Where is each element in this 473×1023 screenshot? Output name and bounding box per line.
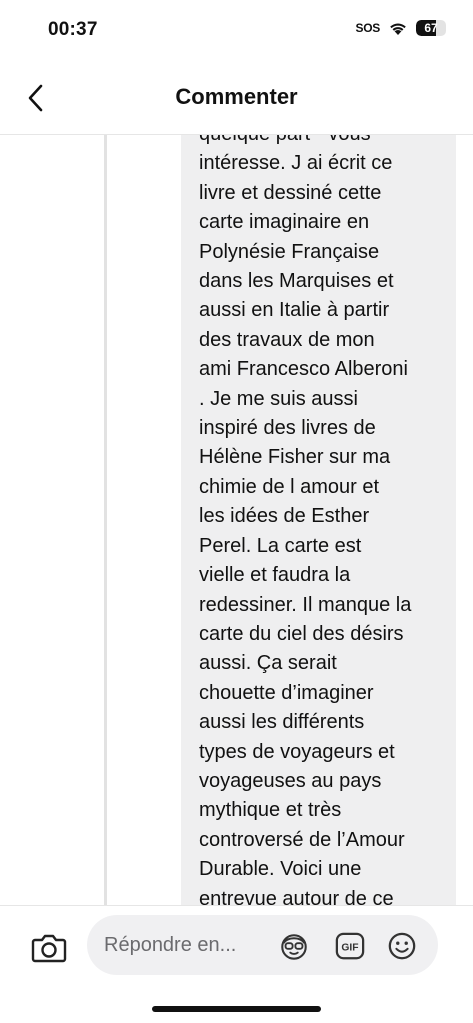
- comment-line: ami Francesco Alberoni: [199, 358, 408, 381]
- comment-line: voyageuses au pays: [199, 769, 382, 792]
- reply-input[interactable]: Répondre en... GIF: [87, 915, 438, 975]
- svg-text:GIF: GIF: [341, 943, 358, 954]
- comment-line: carte imaginaire en: [199, 211, 370, 234]
- comment-line: Polynésie Française: [199, 240, 380, 263]
- comment-line: redessiner. Il manque la: [199, 593, 412, 616]
- status-time: 00:37: [48, 19, 98, 40]
- comment-line: . Je me suis aussi: [199, 387, 358, 410]
- comment-line: controversé de l’Amour: [199, 828, 405, 851]
- reply-placeholder: Répondre en...: [104, 934, 237, 956]
- gif-button[interactable]: GIF: [335, 931, 365, 961]
- comment-line: entrevue autour de ce: [199, 887, 394, 905]
- home-indicator[interactable]: [152, 1006, 321, 1012]
- emoji-button[interactable]: [387, 931, 417, 961]
- comment-line: des travaux de mon: [199, 328, 375, 351]
- emoji-icon: [388, 932, 416, 960]
- gif-icon: GIF: [335, 932, 365, 960]
- comment-line: aussi en Italie à partir: [199, 299, 390, 322]
- comment-line: quelque part " vous: [199, 135, 449, 149]
- comment-line: chimie de l amour et: [199, 475, 380, 498]
- comment-line: Durable. Voici une: [199, 858, 362, 881]
- battery-level: 67: [424, 21, 438, 35]
- comment-line: livre et dessiné cette: [199, 181, 382, 204]
- wifi-icon: [390, 23, 406, 35]
- comment-line: mythique et très: [199, 799, 342, 822]
- battery-icon: 67: [416, 20, 446, 36]
- reply-bar: Répondre en... GIF: [0, 905, 473, 1023]
- sos-indicator: SOS: [355, 21, 381, 35]
- comment-text: quelque part " vous intéresse. J ai écrit…: [199, 135, 449, 905]
- thread-line: [104, 135, 107, 905]
- avatar-sticker-icon: [281, 934, 307, 960]
- comment-line: inspiré des livres de: [199, 417, 376, 440]
- status-indicators: SOS 67: [355, 20, 446, 36]
- camera-icon: [31, 934, 67, 963]
- comment-line: Perel. La carte est: [199, 534, 362, 557]
- comment-line: chouette d’imaginer: [199, 681, 374, 704]
- comment-line: aussi les différents: [199, 711, 365, 734]
- comment-thread[interactable]: quelque part " vous intéresse. J ai écrit…: [0, 135, 473, 905]
- comment-line: vielle et faudra la: [199, 564, 351, 587]
- comment-line: aussi. Ça serait: [199, 652, 337, 675]
- avatar-sticker-button[interactable]: [279, 931, 309, 961]
- comment-line: intéresse. J ai écrit ce: [199, 152, 393, 175]
- camera-button[interactable]: [27, 926, 71, 970]
- comment-line: types de voyageurs et: [199, 740, 395, 763]
- status-bar: 00:37 SOS 67: [0, 0, 473, 60]
- comment-line: les idées de Esther: [199, 505, 370, 528]
- comment-line: dans les Marquises et: [199, 270, 394, 293]
- comment-line: Hélène Fisher sur ma: [199, 446, 391, 469]
- header: Commenter: [0, 60, 473, 135]
- page-title: Commenter: [175, 84, 298, 109]
- comment-line: carte du ciel des désirs: [199, 622, 404, 645]
